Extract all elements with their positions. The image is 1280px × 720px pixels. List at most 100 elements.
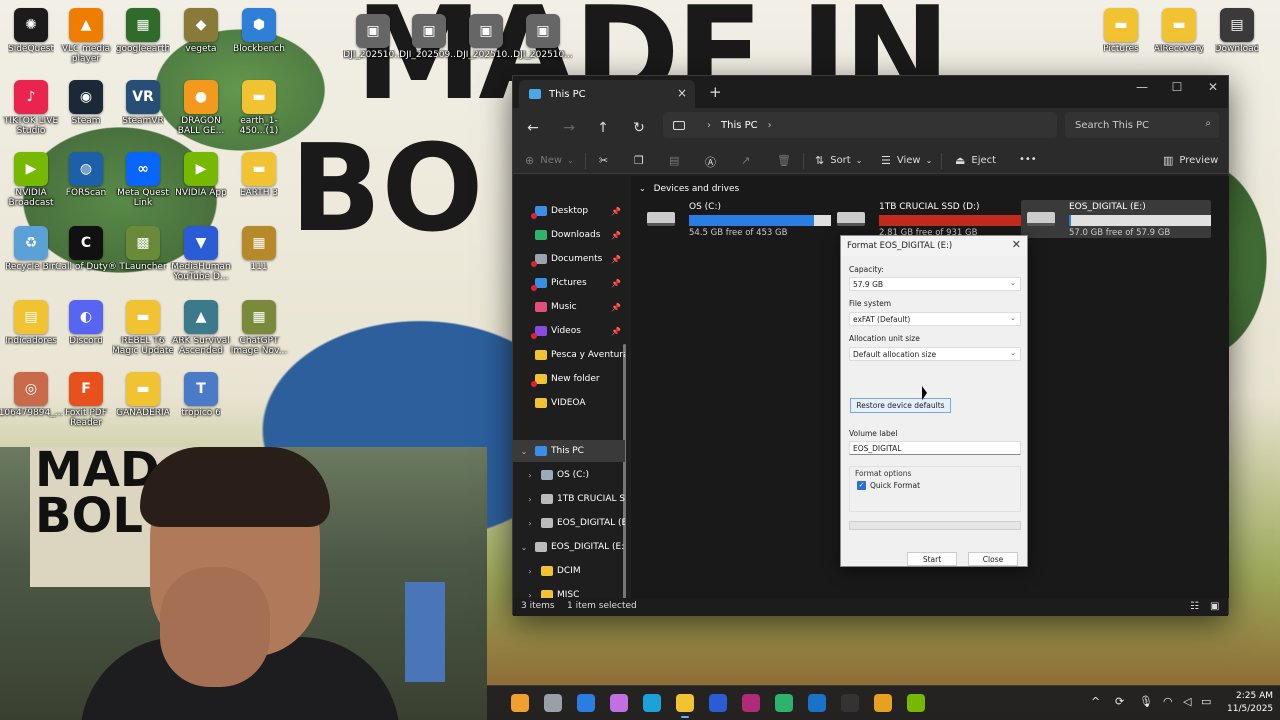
tree-item[interactable]: › DCIM [513, 560, 625, 582]
desktop-icon[interactable]: ▬ REBEL T6 Magic Update [112, 300, 174, 356]
desktop-icon[interactable]: ▶ NVIDIA Broadcast [0, 152, 62, 208]
store-icon[interactable] [577, 694, 595, 712]
wifi-icon[interactable]: ◠ [1163, 695, 1173, 708]
search-input[interactable]: Search This PC ⌕ [1065, 112, 1219, 138]
delete-button[interactable]: 🗑 [777, 154, 797, 167]
chevron-right-icon[interactable]: › [525, 519, 535, 528]
tiles-view-icon[interactable]: ▣ [1210, 601, 1219, 612]
breadcrumb-this-pc[interactable]: This PC [721, 120, 758, 131]
drive-tile[interactable]: EOS_DIGITAL (E:) 57.0 GB free of 57.9 GB [1021, 200, 1211, 238]
chevron-right-icon[interactable]: › [525, 495, 535, 504]
desktop-icon[interactable]: ⬢ Blockbench [228, 8, 290, 54]
allocation-select[interactable]: Default allocation size ⌄ [849, 347, 1021, 361]
nav-item[interactable]: New folder [513, 368, 625, 390]
tree-item[interactable]: › OS (C:) [513, 464, 625, 486]
nav-item[interactable]: Videos 📌 [513, 320, 625, 342]
volume-label-input[interactable]: EOS_DIGITAL [849, 441, 1021, 455]
eject-button[interactable]: ⏏ Eject [955, 154, 996, 167]
desktop-icon[interactable]: ▬ GANADERIA [112, 372, 174, 418]
nav-item[interactable]: Downloads 📌 [513, 224, 625, 246]
chevron-down-icon[interactable]: ⌄ [519, 447, 529, 456]
close-window-button[interactable]: ✕ [1198, 80, 1228, 94]
nav-item[interactable]: Pesca y Aventura [513, 344, 625, 366]
desktop-icon[interactable]: ▬ AIRecovery [1148, 8, 1210, 54]
address-field[interactable]: › This PC › [663, 112, 1057, 138]
sort-button[interactable]: ⇅ Sort ⌄ [815, 154, 862, 167]
desktop-icon[interactable]: ♪ TIKTOK LIVE Studio [0, 80, 62, 136]
close-tab-icon[interactable]: × [677, 86, 687, 100]
desktop-icon[interactable]: ▤ Download [1206, 8, 1268, 54]
nav-item[interactable]: VIDEOA [513, 392, 625, 414]
desktop-icon[interactable]: ▲ VLC media player [55, 8, 117, 64]
chevron-down-icon[interactable]: ⌄ [519, 543, 529, 552]
filesystem-select[interactable]: exFAT (Default) ⌄ [849, 312, 1021, 326]
desktop-icon[interactable]: ✺ SideQuest [0, 8, 62, 54]
file-explorer-icon[interactable] [676, 694, 694, 718]
volume-icon[interactable]: ◁ [1183, 695, 1191, 708]
tree-item[interactable]: › 1TB CRUCIAL S [513, 488, 625, 510]
stocks-icon[interactable] [775, 694, 793, 712]
microphone-icon[interactable]: 🎙 [1139, 695, 1153, 708]
chevron-right-icon[interactable]: › [525, 471, 535, 480]
desktop-icon[interactable]: ∞ Meta Quest Link [112, 152, 174, 208]
dialog-close-icon[interactable]: ✕ [1012, 238, 1021, 251]
desktop-icon[interactable]: ▦ 111 [228, 226, 290, 272]
close-button[interactable]: Close [968, 552, 1018, 566]
preview-button[interactable]: ▥ Preview [1163, 154, 1218, 167]
app-tray-icon[interactable]: ⟳ [1115, 695, 1124, 708]
desktop-icon[interactable]: ▣ DJI_202510... [512, 14, 574, 60]
start-button[interactable]: Start [907, 552, 957, 566]
pin-icon[interactable]: 📌 [611, 279, 621, 288]
more-options-button[interactable]: ••• [1019, 154, 1037, 165]
docs-icon[interactable] [709, 694, 727, 712]
pin-icon[interactable]: 📌 [611, 327, 621, 336]
view-button[interactable]: ☰ View ⌄ [881, 154, 932, 167]
desktop-icon[interactable]: ▼ MediaHuman YouTube D... [170, 226, 232, 282]
desktop-icon[interactable]: ▬ Pictures [1090, 8, 1152, 54]
task-view-icon[interactable] [544, 694, 562, 712]
nav-item[interactable]: Documents 📌 [513, 248, 625, 270]
maximize-button[interactable]: ☐ [1162, 80, 1192, 94]
show-hidden-icons-chevron-icon[interactable]: ^ [1091, 695, 1100, 708]
rename-button[interactable]: Ⓐ [705, 154, 722, 170]
desktop-icon[interactable]: ▩ TLauncher [112, 226, 174, 272]
desktop-icon[interactable]: ▦ googleearth [112, 8, 174, 54]
obs-icon[interactable] [841, 694, 859, 712]
desktop-icon[interactable]: C Call of Duty® [55, 226, 117, 272]
desktop-icon[interactable]: ◐ Discord [55, 300, 117, 346]
minimize-button[interactable]: — [1127, 80, 1157, 94]
desktop-icon[interactable]: ▲ ARK Survival Ascended [170, 300, 232, 356]
up-arrow-icon[interactable]: ↑ [593, 120, 613, 136]
desktop-icon[interactable]: ● DRAGON BALL GE... [170, 80, 232, 136]
nvidia-icon[interactable] [907, 694, 925, 712]
pin-icon[interactable]: 📌 [611, 255, 621, 264]
outlook-icon[interactable] [808, 694, 826, 712]
capacity-select[interactable]: 57.9 GB ⌄ [849, 277, 1021, 291]
nav-item[interactable]: Music 📌 [513, 296, 625, 318]
forward-arrow-icon[interactable]: → [559, 120, 579, 136]
drive-tile[interactable]: OS (C:) 54.5 GB free of 453 GB [641, 200, 831, 238]
tree-item[interactable]: ⌄ This PC [513, 440, 625, 462]
tree-item[interactable]: ⌄ EOS_DIGITAL (E:) [513, 536, 625, 558]
tree-item[interactable]: › EOS_DIGITAL (E [513, 512, 625, 534]
desktop-icon[interactable]: ◎ 106479894_... [0, 372, 63, 418]
battery-icon[interactable]: ▭ [1201, 695, 1211, 708]
drive-tile[interactable]: 1TB CRUCIAL SSD (D:) 2.81 GB free of 931 … [831, 200, 1021, 238]
desktop-icon[interactable]: ▦ ChatGPT Image Nov... [228, 300, 290, 356]
details-view-icon[interactable]: ☷ [1190, 601, 1199, 612]
winrar-icon[interactable] [742, 694, 760, 712]
refresh-icon[interactable]: ↻ [629, 120, 649, 136]
edge-icon[interactable] [643, 694, 661, 712]
weather-icon[interactable] [511, 694, 529, 712]
desktop-icon[interactable]: ♻ Recycle Bin [0, 226, 62, 272]
pin-icon[interactable]: 📌 [611, 207, 621, 216]
share-button[interactable]: ↗ [741, 154, 756, 167]
quick-format-checkbox[interactable]: ✓ Quick Format [857, 481, 920, 490]
desktop-icon[interactable]: ▬ EARTH 3 [228, 152, 290, 198]
new-tab-button[interactable]: + [709, 83, 722, 101]
desktop-icon[interactable]: ▣ DJI_202510... [342, 14, 404, 60]
chevron-right-icon[interactable]: › [525, 591, 535, 599]
restore-defaults-button[interactable]: Restore device defaults [850, 398, 951, 413]
tab-this-pc[interactable]: This PC × [519, 80, 695, 108]
nav-item[interactable]: Pictures 📌 [513, 272, 625, 294]
